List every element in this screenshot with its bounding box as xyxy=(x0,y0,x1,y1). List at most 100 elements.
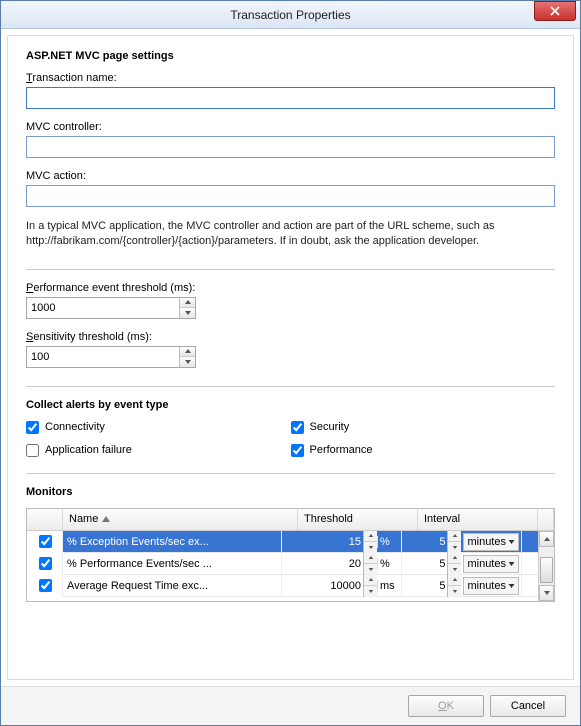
row-name: % Exception Events/sec ex... xyxy=(63,531,282,553)
col-interval[interactable]: Interval xyxy=(418,509,538,530)
vertical-scrollbar[interactable] xyxy=(538,531,554,601)
mvc-controller-field: MVC controller: xyxy=(26,121,555,158)
security-checkbox[interactable]: Security xyxy=(291,421,556,434)
alerts-heading: Collect alerts by event type xyxy=(26,399,555,411)
performance-checkbox[interactable]: Performance xyxy=(291,444,556,457)
interval-spinner[interactable] xyxy=(447,531,461,553)
help-text: In a typical MVC application, the MVC co… xyxy=(26,219,555,249)
table-row[interactable]: Average Request Time exc...10000 ms5 minut… xyxy=(27,575,538,597)
interval-unit-label: minutes xyxy=(467,580,506,592)
spin-down-icon[interactable] xyxy=(364,542,377,553)
close-icon xyxy=(550,6,560,16)
app-failure-checkbox-input[interactable] xyxy=(26,444,39,457)
interval-spinner[interactable] xyxy=(447,575,461,597)
perf-threshold-spinner[interactable] xyxy=(179,298,195,318)
col-interval-label: Interval xyxy=(424,513,460,525)
scroll-up-button[interactable] xyxy=(539,531,554,547)
col-check[interactable] xyxy=(27,509,63,530)
row-interval-cell: 5 minutes xyxy=(402,531,522,553)
performance-checkbox-input[interactable] xyxy=(291,444,304,457)
threshold-value[interactable]: 15 xyxy=(282,536,363,548)
spin-down-icon[interactable] xyxy=(364,586,377,597)
threshold-value[interactable]: 20 xyxy=(282,558,363,570)
row-checkbox[interactable] xyxy=(39,579,52,592)
security-label: Security xyxy=(310,421,350,433)
threshold-unit: % xyxy=(377,558,401,570)
row-checkbox-cell xyxy=(27,553,63,575)
table-row[interactable]: % Performance Events/sec ...20%5 minutes xyxy=(27,553,538,575)
connectivity-label: Connectivity xyxy=(45,421,105,433)
mvc-action-input[interactable] xyxy=(26,185,555,207)
spin-up-icon[interactable] xyxy=(364,553,377,565)
alerts-grid: Connectivity Security Application failur… xyxy=(26,421,555,457)
spin-down-icon[interactable] xyxy=(364,564,377,575)
sens-threshold-label: Sensitivity threshold (ms): xyxy=(26,331,555,343)
spin-up-icon[interactable] xyxy=(448,575,461,587)
close-button[interactable] xyxy=(534,1,576,21)
row-interval-cell: 5 minutes xyxy=(402,553,522,575)
interval-unit-dropdown[interactable]: minutes xyxy=(463,577,519,595)
row-checkbox[interactable] xyxy=(39,557,52,570)
scroll-thumb[interactable] xyxy=(540,557,553,583)
row-name: Average Request Time exc... xyxy=(63,575,282,597)
sens-threshold-input[interactable] xyxy=(27,347,179,367)
mvc-action-label: MVC action: xyxy=(26,170,555,182)
row-interval-cell: 5 minutes xyxy=(402,575,522,597)
interval-value[interactable]: 5 xyxy=(402,558,447,570)
interval-unit-dropdown[interactable]: minutes xyxy=(463,533,519,551)
app-failure-checkbox[interactable]: Application failure xyxy=(26,444,291,457)
scroll-track[interactable] xyxy=(539,547,554,585)
cancel-button[interactable]: Cancel xyxy=(490,695,566,717)
spin-up-icon[interactable] xyxy=(448,531,461,543)
col-scroll xyxy=(538,509,554,530)
transaction-name-field: Transaction name: xyxy=(26,72,555,109)
spin-down-icon[interactable] xyxy=(180,357,195,367)
ok-button[interactable]: OK xyxy=(408,695,484,717)
sens-threshold-field: Sensitivity threshold (ms): xyxy=(26,331,555,368)
threshold-spinner[interactable] xyxy=(363,553,377,575)
perf-threshold-label: Performance event threshold (ms): xyxy=(26,282,555,294)
spin-up-icon[interactable] xyxy=(448,553,461,565)
spin-down-icon[interactable] xyxy=(448,586,461,597)
connectivity-checkbox[interactable]: Connectivity xyxy=(26,421,291,434)
threshold-spinner[interactable] xyxy=(363,531,377,553)
transaction-name-label: Transaction name: xyxy=(26,72,555,84)
row-name: % Performance Events/sec ... xyxy=(63,553,282,575)
mvc-controller-input[interactable] xyxy=(26,136,555,158)
interval-spinner[interactable] xyxy=(447,553,461,575)
connectivity-checkbox-input[interactable] xyxy=(26,421,39,434)
threshold-unit: ms xyxy=(377,580,401,592)
spin-up-icon[interactable] xyxy=(180,298,195,309)
spin-down-icon[interactable] xyxy=(180,308,195,318)
spin-down-icon[interactable] xyxy=(448,542,461,553)
col-threshold[interactable]: Threshold xyxy=(298,509,418,530)
separator xyxy=(26,269,555,270)
window-title: Transaction Properties xyxy=(1,8,580,22)
monitors-table: Name Threshold Interval % Exception Even… xyxy=(26,508,555,602)
spin-up-icon[interactable] xyxy=(364,531,377,543)
table-row[interactable]: % Exception Events/sec ex...15%5 minutes xyxy=(27,531,538,553)
threshold-value[interactable]: 10000 xyxy=(282,580,363,592)
spin-up-icon[interactable] xyxy=(180,347,195,358)
interval-unit-dropdown[interactable]: minutes xyxy=(463,555,519,573)
mvc-controller-label: MVC controller: xyxy=(26,121,555,133)
interval-value[interactable]: 5 xyxy=(402,580,447,592)
row-checkbox[interactable] xyxy=(39,535,52,548)
col-name[interactable]: Name xyxy=(63,509,298,530)
dialog-body: ASP.NET MVC page settings Transaction na… xyxy=(7,35,574,680)
col-name-label: Name xyxy=(69,513,98,525)
monitors-heading: Monitors xyxy=(26,486,555,498)
interval-unit-label: minutes xyxy=(467,536,506,548)
sens-threshold-spinner[interactable] xyxy=(179,347,195,367)
threshold-unit: % xyxy=(377,536,401,548)
interval-value[interactable]: 5 xyxy=(402,536,447,548)
spin-up-icon[interactable] xyxy=(364,575,377,587)
interval-unit-label: minutes xyxy=(467,558,506,570)
transaction-name-input[interactable] xyxy=(26,87,555,109)
threshold-spinner[interactable] xyxy=(363,575,377,597)
scroll-down-button[interactable] xyxy=(539,585,554,601)
spin-down-icon[interactable] xyxy=(448,564,461,575)
row-checkbox-cell xyxy=(27,531,63,553)
perf-threshold-input[interactable] xyxy=(27,298,179,318)
security-checkbox-input[interactable] xyxy=(291,421,304,434)
